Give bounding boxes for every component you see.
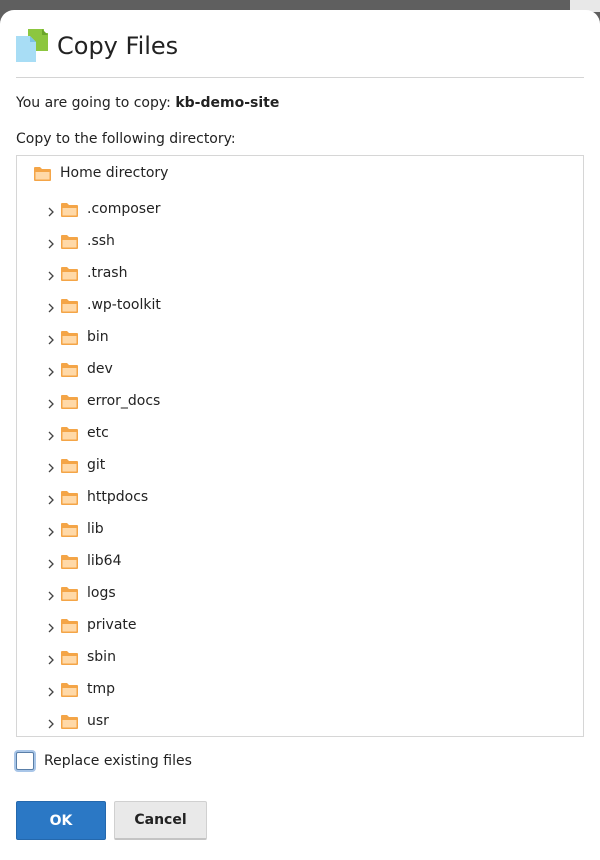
- replace-existing-option: Replace existing files: [16, 750, 192, 772]
- chevron-right-icon[interactable]: [45, 491, 57, 505]
- folder-icon: [61, 650, 78, 665]
- chevron-right-icon[interactable]: [45, 459, 57, 473]
- chevron-right-icon[interactable]: [45, 299, 57, 313]
- tree-item-label: .wp-toolkit: [87, 297, 161, 313]
- chevron-right-icon[interactable]: [45, 427, 57, 441]
- tree-item-label: logs: [87, 585, 116, 601]
- ok-button[interactable]: OK: [16, 801, 106, 840]
- tree-item-label: .composer: [87, 201, 161, 217]
- tree-children: .composer .ssh .trash .wp-toolkit bin dev erro…: [45, 193, 161, 736]
- chevron-right-icon[interactable]: [45, 683, 57, 697]
- chevron-right-icon[interactable]: [45, 619, 57, 633]
- tree-item-folder[interactable]: logs: [45, 577, 161, 609]
- tree-item-label: bin: [87, 329, 109, 345]
- folder-icon: [61, 554, 78, 569]
- tree-item-label: error_docs: [87, 393, 161, 409]
- chevron-right-icon[interactable]: [45, 395, 57, 409]
- tree-item-label: etc: [87, 425, 109, 441]
- copy-files-dialog: Copy Files You are going to copy: kb-dem…: [0, 10, 600, 860]
- tree-root-home-directory[interactable]: Home directory: [34, 163, 168, 183]
- folder-icon: [61, 234, 78, 249]
- tree-item-folder[interactable]: git: [45, 449, 161, 481]
- folder-icon: [61, 458, 78, 473]
- folder-icon: [61, 330, 78, 345]
- replace-existing-checkbox[interactable]: [16, 752, 34, 770]
- tree-item-label: git: [87, 457, 106, 473]
- copy-source-line: You are going to copy: kb-demo-site: [16, 95, 279, 111]
- tree-item-folder[interactable]: dev: [45, 353, 161, 385]
- header-divider: [16, 77, 584, 78]
- folder-icon: [61, 202, 78, 217]
- tree-item-folder[interactable]: private: [45, 609, 161, 641]
- folder-icon: [61, 426, 78, 441]
- dialog-buttons: OK Cancel: [16, 801, 207, 840]
- folder-open-icon: [34, 166, 51, 181]
- tree-item-label: sbin: [87, 649, 116, 665]
- tree-item-folder[interactable]: httpdocs: [45, 481, 161, 513]
- tree-item-folder[interactable]: .trash: [45, 257, 161, 289]
- folder-icon: [61, 490, 78, 505]
- tree-item-folder[interactable]: .wp-toolkit: [45, 289, 161, 321]
- tree-item-folder[interactable]: lib: [45, 513, 161, 545]
- copy-source-target: kb-demo-site: [175, 95, 280, 111]
- chevron-right-icon[interactable]: [45, 331, 57, 345]
- tree-item-folder[interactable]: bin: [45, 321, 161, 353]
- tree-item-label: lib64: [87, 553, 122, 569]
- tree-item-label: usr: [87, 713, 109, 729]
- tree-item-folder[interactable]: .composer: [45, 193, 161, 225]
- chevron-right-icon[interactable]: [45, 715, 57, 729]
- replace-existing-label[interactable]: Replace existing files: [44, 753, 192, 769]
- folder-icon: [61, 618, 78, 633]
- tree-root-label: Home directory: [60, 165, 169, 181]
- chevron-right-icon[interactable]: [45, 523, 57, 537]
- folder-icon: [61, 682, 78, 697]
- folder-icon: [61, 522, 78, 537]
- tree-item-label: tmp: [87, 681, 116, 697]
- directory-label: Copy to the following directory:: [16, 131, 236, 147]
- tree-item-label: lib: [87, 521, 104, 537]
- directory-tree[interactable]: Home directory .composer .ssh .trash .wp-to…: [16, 155, 584, 737]
- chevron-right-icon[interactable]: [45, 363, 57, 377]
- chevron-right-icon[interactable]: [45, 651, 57, 665]
- copy-files-icon: [16, 29, 48, 63]
- tree-item-folder[interactable]: .ssh: [45, 225, 161, 257]
- tree-item-folder[interactable]: etc: [45, 417, 161, 449]
- folder-icon: [61, 586, 78, 601]
- tree-item-label: httpdocs: [87, 489, 149, 505]
- folder-icon: [61, 266, 78, 281]
- tree-item-folder[interactable]: tmp: [45, 673, 161, 705]
- tree-item-label: dev: [87, 361, 113, 377]
- tree-item-folder[interactable]: lib64: [45, 545, 161, 577]
- copy-source-prefix: You are going to copy:: [16, 95, 171, 111]
- dialog-title: Copy Files: [57, 32, 179, 60]
- tree-item-folder[interactable]: usr: [45, 705, 161, 736]
- folder-icon: [61, 298, 78, 313]
- cancel-button[interactable]: Cancel: [114, 801, 207, 840]
- dialog-header: Copy Files: [16, 28, 178, 64]
- chevron-right-icon[interactable]: [45, 267, 57, 281]
- folder-icon: [61, 714, 78, 729]
- folder-icon: [61, 362, 78, 377]
- chevron-right-icon[interactable]: [45, 235, 57, 249]
- tree-item-folder[interactable]: sbin: [45, 641, 161, 673]
- tree-item-folder[interactable]: error_docs: [45, 385, 161, 417]
- folder-icon: [61, 394, 78, 409]
- tree-item-label: private: [87, 617, 137, 633]
- chevron-right-icon[interactable]: [45, 587, 57, 601]
- chevron-right-icon[interactable]: [45, 555, 57, 569]
- tree-item-label: .ssh: [87, 233, 115, 249]
- chevron-right-icon[interactable]: [45, 203, 57, 217]
- tree-item-label: .trash: [87, 265, 128, 281]
